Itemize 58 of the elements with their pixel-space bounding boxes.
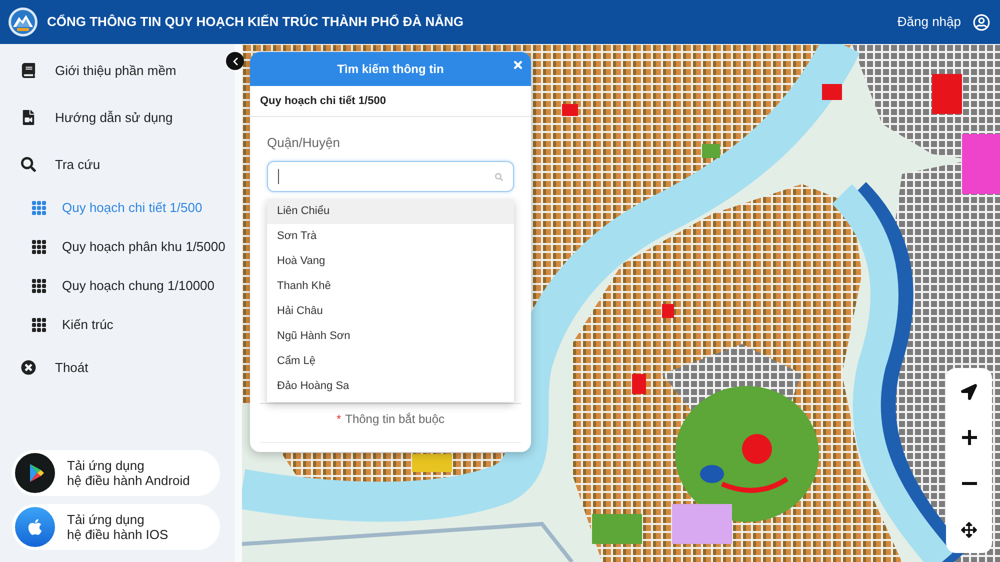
app-download-button[interactable]: Tải ứng dụng hệ điều hành Android xyxy=(12,450,220,496)
dropdown-option[interactable]: Sơn Trà xyxy=(267,224,514,249)
dropdown-option[interactable]: Thanh Khê xyxy=(267,274,514,299)
submenu-item[interactable]: Quy hoạch chung 1/10000 xyxy=(0,266,235,305)
close-button[interactable] xyxy=(512,59,524,71)
building-block xyxy=(662,304,674,318)
park xyxy=(592,514,642,544)
book-icon xyxy=(21,63,36,78)
dropdown-option[interactable]: Hoà Vang xyxy=(267,249,514,274)
dropdown-option[interactable]: Hải Châu xyxy=(267,299,514,324)
text-cursor xyxy=(278,169,279,184)
building-block xyxy=(822,84,842,100)
submenu-item[interactable]: Kiến trúc xyxy=(0,305,235,344)
close-icon xyxy=(512,59,524,71)
stadium-block xyxy=(742,434,772,464)
menu-item[interactable]: Hướng dẫn sử dụng xyxy=(0,94,235,141)
zoning-block xyxy=(412,454,452,472)
menu-item[interactable]: Tra cứu xyxy=(0,141,235,188)
field-label: Quận/Huyện xyxy=(267,135,341,151)
logo-icon xyxy=(8,7,38,37)
chevron-left-icon xyxy=(230,56,240,66)
minus-icon xyxy=(962,482,976,485)
menu-item[interactable]: Giới thiệu phần mềm xyxy=(0,47,235,94)
building-block xyxy=(632,374,646,394)
user-icon[interactable] xyxy=(973,14,990,30)
move-arrows-icon xyxy=(961,522,977,538)
building-block xyxy=(932,74,962,114)
district-field[interactable] xyxy=(267,161,514,192)
grid-icon xyxy=(31,278,47,294)
dropdown-option[interactable]: Cẩm Lệ xyxy=(267,349,514,374)
submenu-item[interactable]: Quy hoạch phân khu 1/5000 xyxy=(0,227,235,266)
file-icon xyxy=(21,110,36,125)
login-link[interactable]: Đăng nhập xyxy=(897,12,961,32)
required-mark: * xyxy=(336,411,342,428)
park xyxy=(702,144,720,158)
dropdown-option[interactable]: Đảo Hoàng Sa xyxy=(267,374,514,399)
grid-icon xyxy=(31,316,47,332)
play-store-icon xyxy=(15,453,55,493)
grid-icon xyxy=(31,200,47,216)
grid-icon xyxy=(31,238,47,254)
apple-icon xyxy=(15,507,55,547)
required-note: Thông tin bắt buộc xyxy=(345,411,445,428)
panel-title: Tìm kiếm thông tin xyxy=(337,61,444,78)
lake xyxy=(700,465,724,483)
search-icon xyxy=(21,157,36,172)
app-download-button[interactable]: Tải ứng dụng hệ điều hành IOS xyxy=(12,504,220,550)
building-block xyxy=(562,104,578,116)
zoning-block xyxy=(962,134,1000,194)
curved-block xyxy=(721,476,788,493)
search-icon xyxy=(495,172,503,180)
dropdown-option[interactable]: Liên Chiểu xyxy=(267,199,514,224)
location-arrow-icon xyxy=(961,384,977,400)
plus-icon xyxy=(962,430,976,445)
panel-subtitle: Quy hoạch chi tiết 1/500 xyxy=(260,94,386,109)
zoning-block xyxy=(672,504,732,544)
site-title: CỔNG THÔNG TIN QUY HOẠCH KIẾN TRÚC THÀNH PHỐ ĐÀ NẴNG xyxy=(47,13,464,32)
dropdown-option[interactable]: Ngũ Hành Sơn xyxy=(267,324,514,349)
menu-item[interactable]: Thoát xyxy=(0,344,235,391)
